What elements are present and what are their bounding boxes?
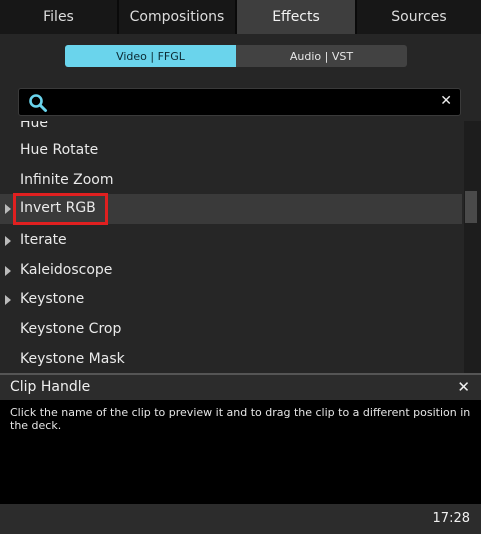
expand-arrow-icon[interactable] — [5, 204, 11, 214]
list-item[interactable]: Keystone — [0, 285, 462, 315]
list-item-label: Keystone Mask — [20, 351, 125, 367]
search-icon — [29, 94, 47, 112]
help-header: Clip Handle ✕ — [0, 375, 481, 400]
list-item-label: Keystone Crop — [20, 321, 122, 337]
scrollbar-thumb[interactable] — [465, 191, 477, 223]
search-input[interactable] — [53, 89, 433, 115]
search-box: ✕ — [18, 88, 461, 116]
status-bar: 17:28 — [0, 504, 481, 534]
expand-arrow-icon[interactable] — [5, 266, 11, 276]
scrollbar[interactable] — [464, 121, 481, 373]
list-item[interactable]: Iterate — [0, 226, 462, 256]
list-item[interactable]: Keystone Mask — [0, 345, 462, 373]
list-item-label: Iterate — [20, 232, 67, 248]
list-item-label: Hue Rotate — [20, 142, 99, 158]
clock: 17:28 — [432, 511, 470, 526]
tab-compositions[interactable]: Compositions — [119, 0, 237, 34]
tab-effects[interactable]: Effects — [237, 0, 357, 34]
list-item[interactable]: Kaleidoscope — [0, 256, 462, 286]
search-bar: ✕ — [0, 80, 481, 121]
help-text: Click the name of the clip to preview it… — [10, 406, 471, 432]
tab-bar: Files Compositions Effects Sources — [0, 0, 481, 34]
highlight-box — [13, 193, 108, 225]
list-item-label: Keystone — [20, 291, 85, 307]
tab-files[interactable]: Files — [0, 0, 119, 34]
tab-sources[interactable]: Sources — [357, 0, 481, 34]
close-icon[interactable]: ✕ — [440, 93, 452, 109]
expand-arrow-icon[interactable] — [5, 295, 11, 305]
list-item-label: Infinite Zoom — [20, 172, 114, 188]
list-item[interactable]: Hue Rotate — [0, 136, 462, 166]
list-item-label: Hue — [20, 121, 49, 131]
help-title: Clip Handle — [10, 379, 91, 395]
list-item[interactable]: Infinite Zoom — [0, 166, 462, 196]
audio-vst-toggle[interactable]: Audio | VST — [236, 45, 407, 67]
filter-bar: Video | FFGL Audio | VST — [0, 34, 481, 80]
list-item-label: Kaleidoscope — [20, 262, 113, 278]
help-panel: Click the name of the clip to preview it… — [0, 400, 481, 504]
list-item[interactable]: Keystone Crop — [0, 315, 462, 345]
close-icon[interactable]: ✕ — [457, 378, 470, 396]
effects-list: Hue Hue Rotate Infinite Zoom Invert RGB … — [0, 121, 481, 373]
video-ffgl-toggle[interactable]: Video | FFGL — [65, 45, 236, 67]
expand-arrow-icon[interactable] — [5, 236, 11, 246]
